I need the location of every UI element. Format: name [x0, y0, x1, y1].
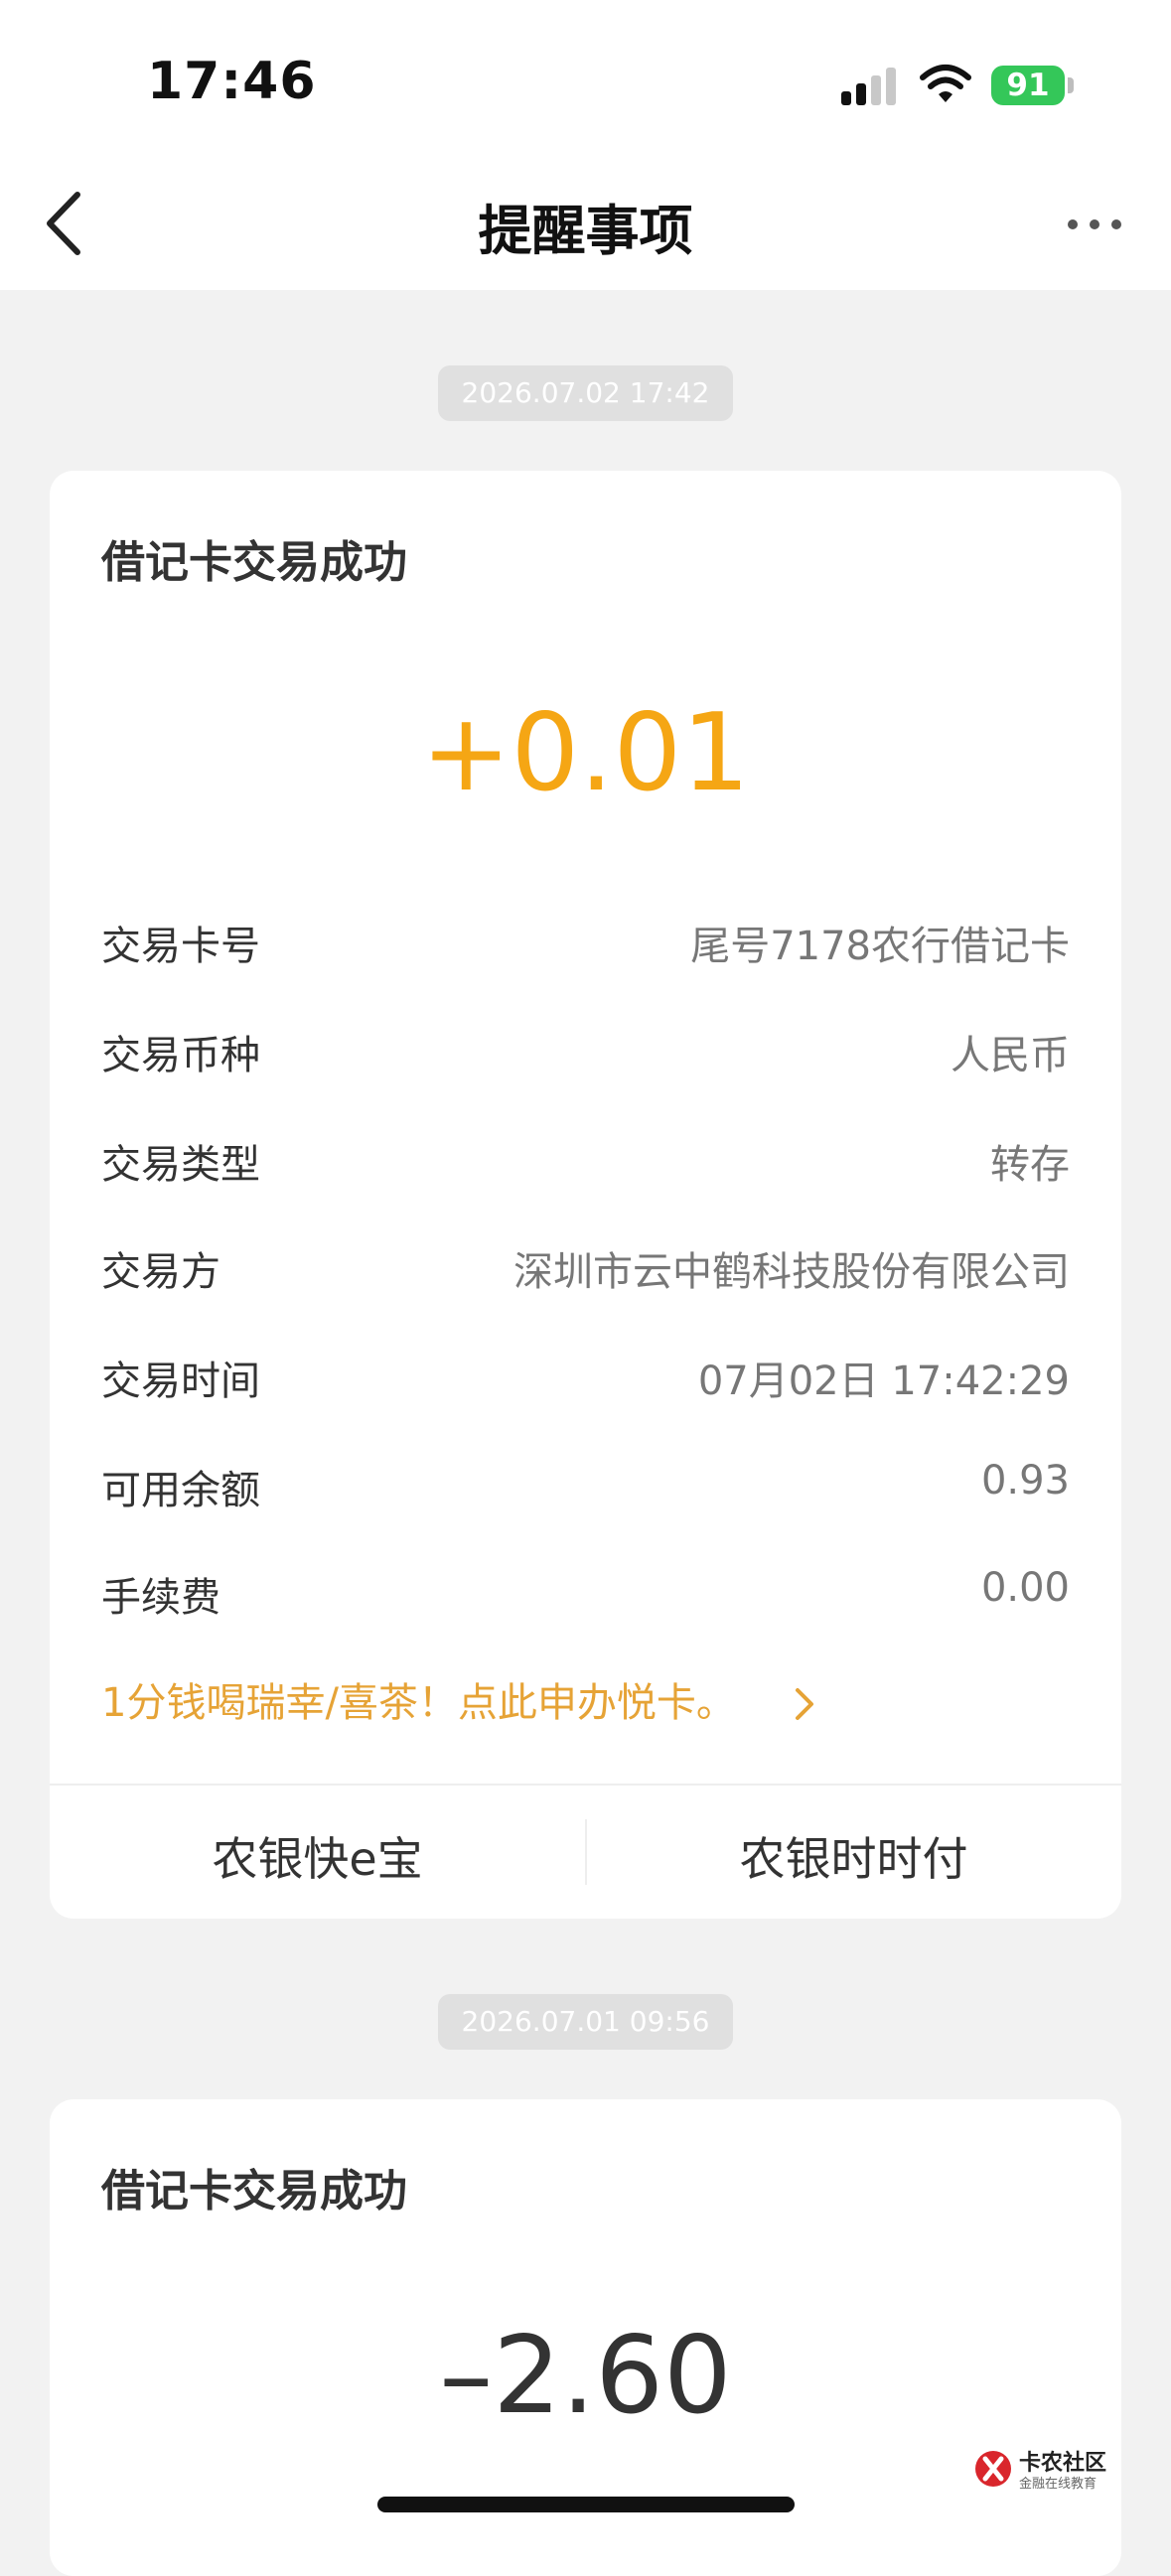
row-value-card-number: 尾号7178农行借记卡 — [690, 924, 1070, 969]
row-label-time: 交易时间 — [101, 1359, 260, 1404]
row-label-currency: 交易币种 — [101, 1033, 260, 1078]
watermark-tagline: 金融在线教育 — [1019, 2477, 1098, 2492]
divider — [50, 1784, 1121, 1786]
card-title: 借记卡交易成功 — [101, 537, 407, 588]
status-time: 17:46 — [147, 52, 317, 111]
row-label-balance: 可用余额 — [101, 1468, 260, 1513]
kanong-logo-icon — [975, 2451, 1011, 2487]
watermark: 卡农社区 金融在线教育 — [973, 2445, 1122, 2495]
battery-tip — [1068, 77, 1074, 93]
row-value-balance: 0.93 — [980, 1458, 1070, 1503]
transaction-amount: –2.60 — [439, 2314, 732, 2438]
row-value-time: 07月02日 17:42:29 — [697, 1359, 1070, 1404]
row-value-currency: 人民币 — [951, 1033, 1070, 1078]
row-label-fee: 手续费 — [101, 1575, 220, 1621]
cellular-signal-icon — [841, 68, 896, 105]
promo-link[interactable]: 1分钱喝瑞幸/喜茶！点此申办悦卡。 — [101, 1670, 736, 1728]
home-indicator[interactable] — [377, 2497, 795, 2512]
more-icon[interactable] — [1065, 216, 1124, 232]
top-bar: 17:46 91 提醒事项 — [0, 0, 1171, 290]
wifi-icon — [920, 65, 971, 102]
row-value-type: 转存 — [990, 1142, 1070, 1188]
message-timestamp: 2026.07.02 17:42 — [437, 365, 734, 421]
page-title: 提醒事项 — [478, 200, 693, 262]
battery-icon: 91 — [991, 66, 1065, 105]
kuai-e-bao-button[interactable]: 农银快e宝 — [50, 1823, 585, 1889]
row-label-type: 交易类型 — [101, 1142, 260, 1188]
chevron-right-icon[interactable] — [790, 1686, 819, 1722]
row-value-counterparty: 深圳市云中鹤科技股份有限公司 — [513, 1249, 1070, 1295]
row-value-fee: 0.00 — [980, 1565, 1070, 1611]
shi-shi-fu-button[interactable]: 农银时时付 — [586, 1823, 1121, 1889]
transaction-amount: +0.01 — [421, 691, 750, 815]
row-label-counterparty: 交易方 — [101, 1249, 220, 1295]
row-label-card-number: 交易卡号 — [101, 924, 260, 969]
message-timestamp: 2026.07.01 09:56 — [437, 1994, 734, 2050]
card-title: 借记卡交易成功 — [101, 2166, 407, 2217]
transaction-card: 借记卡交易成功 +0.01 交易卡号 尾号7178农行借记卡 交易币种 人民币 … — [50, 471, 1121, 1919]
